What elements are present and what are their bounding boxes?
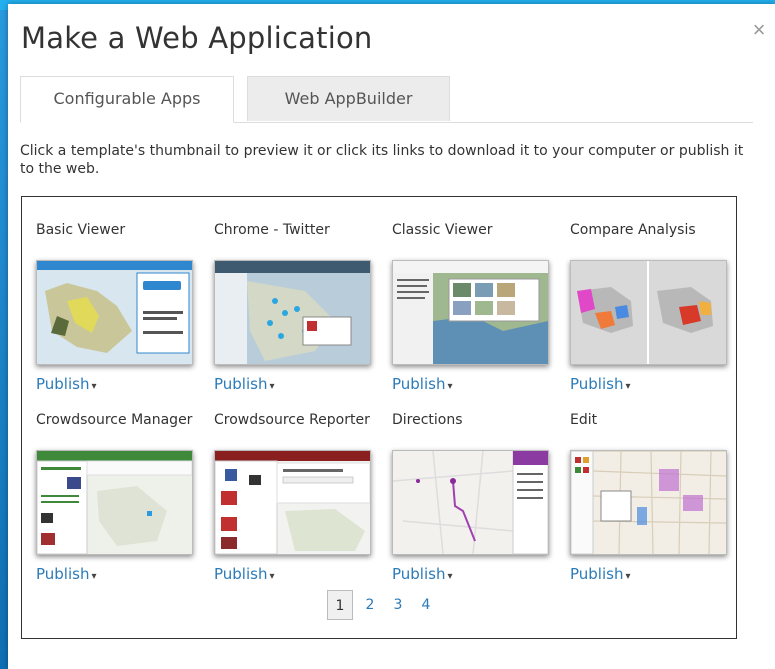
chevron-down-icon: ▾ <box>269 571 275 582</box>
template-chrome-twitter: Chrome - Twitter Publish ▾ <box>214 221 374 411</box>
page-2[interactable]: 2 <box>357 590 383 620</box>
template-thumbnail[interactable] <box>392 260 549 365</box>
template-title: Basic Viewer <box>36 222 126 238</box>
chevron-down-icon: ▾ <box>91 571 97 582</box>
publish-dropdown[interactable]: Publish ▾ <box>214 375 275 393</box>
tab-configurable-apps[interactable]: Configurable Apps <box>20 76 234 123</box>
template-title: Edit <box>570 412 598 428</box>
template-thumbnail[interactable] <box>570 260 727 365</box>
page-4[interactable]: 4 <box>413 590 439 620</box>
publish-label: Publish <box>36 565 90 583</box>
publish-label: Publish <box>214 375 268 393</box>
tab-bar: Configurable Apps Web AppBuilder <box>20 76 753 123</box>
tab-web-appbuilder[interactable]: Web AppBuilder <box>247 76 450 121</box>
page-1[interactable]: 1 <box>327 590 353 620</box>
publish-dropdown[interactable]: Publish ▾ <box>36 565 97 583</box>
template-thumbnail[interactable] <box>36 450 193 555</box>
template-directions: Directions Publish ▾ <box>392 411 552 601</box>
template-compare-analysis: Compare Analysis Publish ▾ <box>570 221 730 411</box>
template-title: Directions <box>392 412 463 428</box>
chevron-down-icon: ▾ <box>91 381 97 392</box>
close-icon[interactable]: × <box>749 19 769 41</box>
publish-dropdown[interactable]: Publish ▾ <box>570 565 631 583</box>
make-web-app-dialog: Make a Web Application × Configurable Ap… <box>8 4 775 669</box>
template-crowdsource-manager: Crowdsource Manager Publish ▾ <box>36 411 196 601</box>
template-title: Classic Viewer <box>392 222 493 238</box>
template-edit: Edit Publish ▾ <box>570 411 730 601</box>
page-3[interactable]: 3 <box>385 590 411 620</box>
template-thumbnail[interactable] <box>36 260 193 365</box>
chevron-down-icon: ▾ <box>269 381 275 392</box>
publish-dropdown[interactable]: Publish ▾ <box>570 375 631 393</box>
publish-label: Publish <box>214 565 268 583</box>
publish-label: Publish <box>570 375 624 393</box>
template-thumbnail[interactable] <box>392 450 549 555</box>
template-crowdsource-reporter: Crowdsource Reporter Publish ▾ <box>214 411 374 601</box>
template-thumbnail[interactable] <box>570 450 727 555</box>
template-title: Crowdsource Manager <box>36 412 193 428</box>
publish-label: Publish <box>392 375 446 393</box>
template-thumbnail[interactable] <box>214 450 371 555</box>
chevron-down-icon: ▾ <box>625 571 631 582</box>
template-gallery: Basic Viewer Publish ▾ Chrome - Twitter … <box>21 196 737 639</box>
publish-label: Publish <box>392 565 446 583</box>
template-classic-viewer: Classic Viewer Publish ▾ <box>392 221 552 411</box>
chevron-down-icon: ▾ <box>625 381 631 392</box>
chevron-down-icon: ▾ <box>447 571 453 582</box>
chevron-down-icon: ▾ <box>447 381 453 392</box>
template-title: Chrome - Twitter <box>214 222 330 238</box>
dialog-title: Make a Web Application <box>21 21 373 55</box>
template-title: Crowdsource Reporter <box>214 412 370 428</box>
template-basic-viewer: Basic Viewer Publish ▾ <box>36 221 196 411</box>
publish-dropdown[interactable]: Publish ▾ <box>392 375 453 393</box>
instructions-text: Click a template's thumbnail to preview … <box>20 143 744 177</box>
publish-dropdown[interactable]: Publish ▾ <box>36 375 97 393</box>
template-thumbnail[interactable] <box>214 260 371 365</box>
template-title: Compare Analysis <box>570 222 696 238</box>
publish-dropdown[interactable]: Publish ▾ <box>392 565 453 583</box>
publish-dropdown[interactable]: Publish ▾ <box>214 565 275 583</box>
publish-label: Publish <box>36 375 90 393</box>
publish-label: Publish <box>570 565 624 583</box>
